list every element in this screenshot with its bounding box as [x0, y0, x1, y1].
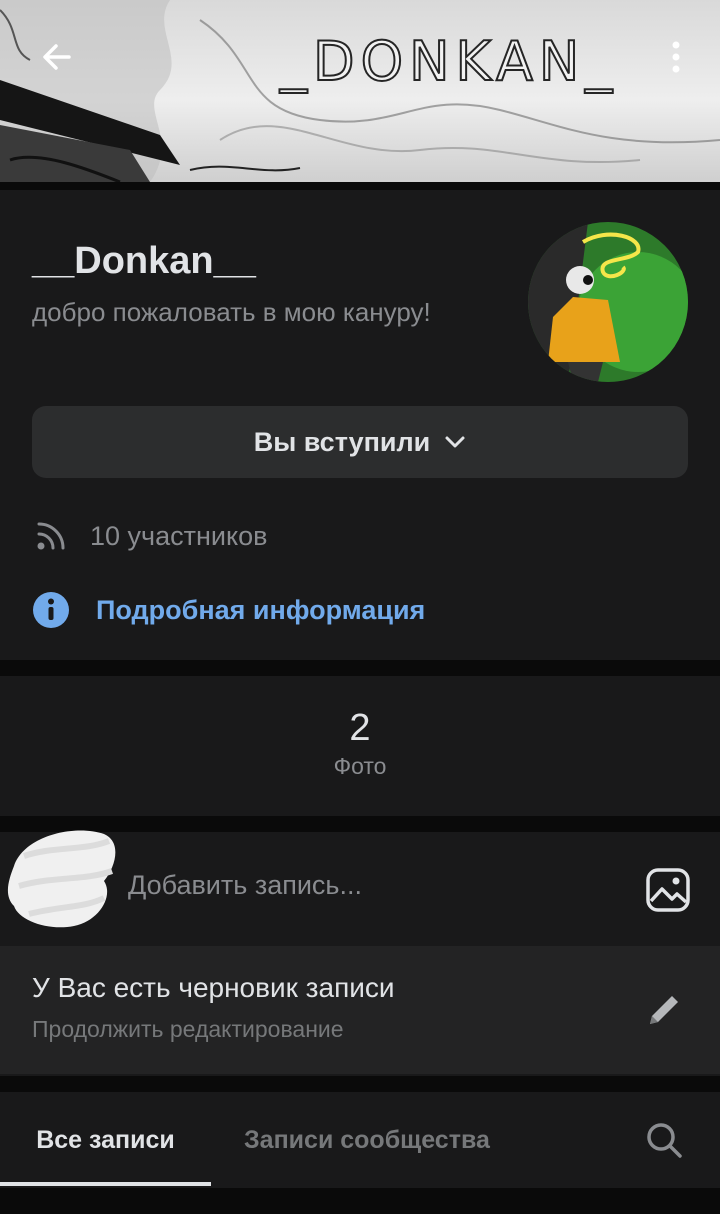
detailed-info-label: Подробная информация — [96, 594, 426, 625]
search-posts-button[interactable] — [636, 1112, 692, 1168]
cover-image: _DONKAN_ — [0, 0, 720, 182]
attach-photo-button[interactable] — [640, 862, 696, 918]
composer-row: Добавить запись... — [0, 830, 720, 946]
membership-button-label: Вы вступили — [253, 426, 431, 457]
tab-community-posts[interactable]: Записи сообщества — [244, 1092, 490, 1188]
draft-subtitle: Продолжить редактирование — [32, 1016, 344, 1042]
pencil-icon — [650, 996, 678, 1024]
group-page: _DONKAN_ __Donkan__ добро пожаловать в м… — [0, 0, 720, 1214]
group-header-card: __Donkan__ добро пожаловать в мою кануру… — [0, 190, 720, 660]
draft-notice[interactable]: У Вас есть черновик записи Продолжить ре… — [0, 946, 720, 1074]
posts-tabs: Все записи Записи сообщества — [0, 1092, 720, 1188]
avatar-artwork — [528, 222, 688, 382]
feed-start — [0, 1188, 720, 1214]
add-post-input[interactable]: Добавить запись... — [128, 870, 362, 901]
members-count: 10 участников — [90, 520, 268, 551]
membership-button[interactable]: Вы вступили — [32, 406, 688, 478]
group-name: __Donkan__ — [32, 240, 256, 282]
user-avatar-redacted — [7, 830, 116, 928]
counters-card: 2 Фото — [0, 676, 720, 816]
members-row[interactable]: 10 участников — [34, 518, 267, 554]
group-avatar[interactable] — [528, 222, 688, 382]
photos-counter[interactable]: 2 Фото — [310, 706, 410, 796]
tab-all-posts[interactable]: Все записи — [0, 1092, 211, 1188]
detailed-info-link[interactable]: Подробная информация — [32, 590, 425, 630]
chevron-down-icon — [445, 436, 465, 448]
draft-title: У Вас есть черновик записи — [32, 972, 395, 1003]
cover-title: _DONKAN_ — [279, 30, 619, 93]
rss-followers-icon — [37, 522, 65, 550]
arrow-left-icon — [43, 44, 71, 70]
info-icon — [33, 592, 69, 628]
back-button[interactable] — [30, 30, 84, 84]
more-vertical-icon — [672, 41, 680, 73]
group-status: добро пожаловать в мою кануру! — [32, 297, 431, 327]
image-icon — [646, 868, 690, 912]
post-composer-card: Добавить запись... У Вас есть черновик з… — [0, 830, 720, 1076]
photos-count: 2 — [349, 707, 371, 749]
search-icon — [647, 1123, 682, 1158]
more-options-button[interactable] — [652, 30, 700, 84]
photos-label: Фото — [333, 753, 387, 779]
edit-draft-button[interactable] — [636, 982, 692, 1038]
